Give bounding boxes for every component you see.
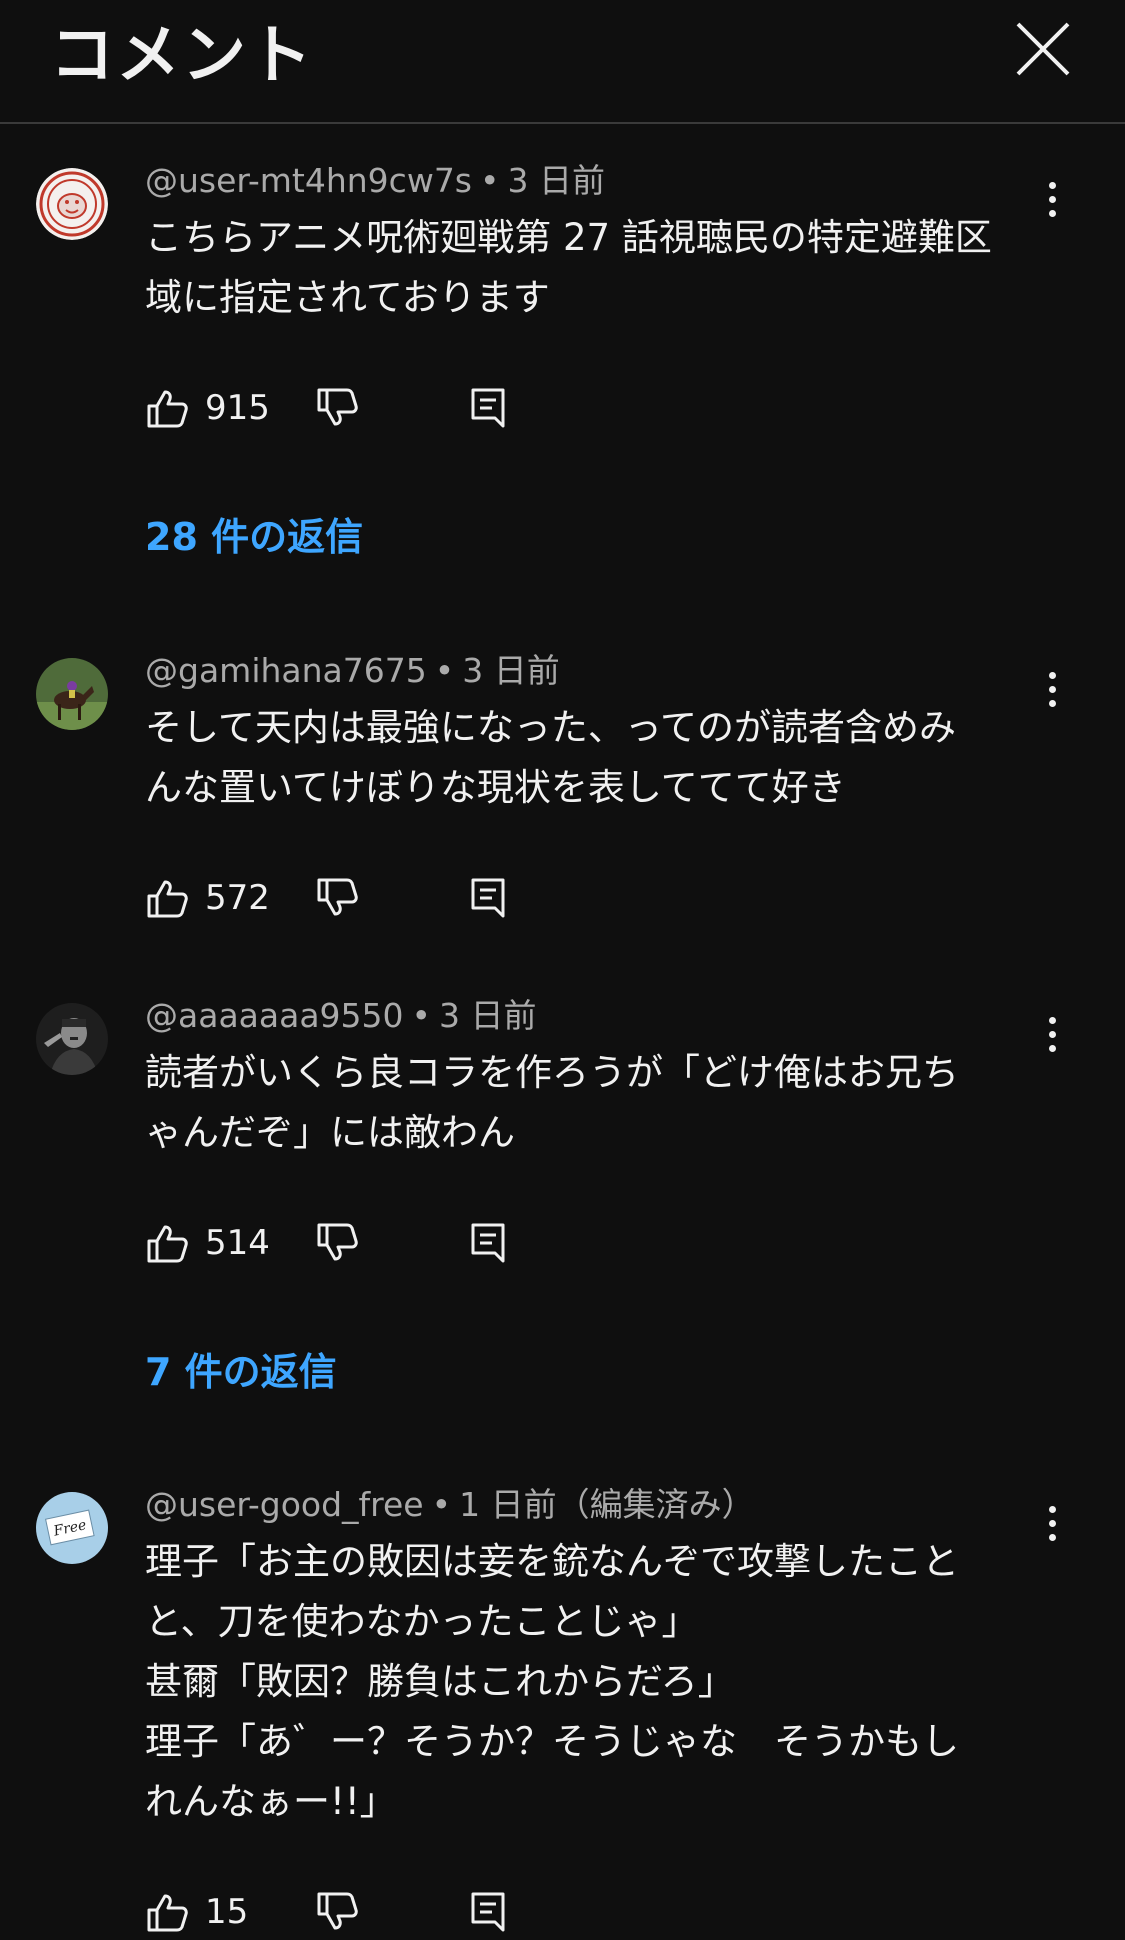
comment-text: 読者がいくら良コラを作ろうが「どけ俺はお兄ち ゃんだぞ」には敵わん: [145, 1051, 959, 1154]
thumbs-up-icon: [147, 390, 188, 428]
reply-icon: [471, 388, 505, 428]
comment-meta: @user-good_free • 1 日前（編集済み）: [145, 1485, 755, 1524]
comment-meta: @user-mt4hn9cw7s • 3 日前: [145, 161, 605, 200]
comment-meta: @aaaaaaa9550 • 3 日前: [145, 996, 537, 1035]
comments-header: コメント: [0, 0, 1125, 124]
like-button[interactable]: [145, 386, 189, 430]
comment-text: 理子「お主の敗因は妾を銃なんぞで攻撃したこと と、刀を使わなかったことじゃ」 甚…: [145, 1540, 959, 1823]
avatar[interactable]: [36, 168, 108, 240]
like-button[interactable]: [145, 1890, 189, 1934]
view-replies-link[interactable]: 7 件の返信: [145, 1341, 337, 1396]
like-count: 915: [205, 388, 270, 428]
reply-icon: [471, 878, 505, 918]
author-name[interactable]: @gamihana7675: [145, 651, 427, 690]
comment-meta: @gamihana7675 • 3 日前: [145, 651, 560, 690]
avatar[interactable]: [36, 1003, 108, 1075]
page-title: コメント: [50, 19, 314, 93]
like-button[interactable]: [145, 876, 189, 920]
reply-icon: [471, 1223, 505, 1263]
thumbs-down-icon: [317, 388, 358, 426]
reply-button[interactable]: [467, 876, 511, 920]
close-button[interactable]: [1008, 14, 1078, 84]
comment-time: 1 日前（編集済み）: [459, 1485, 755, 1524]
like-count: 514: [205, 1223, 270, 1263]
comment-time: 3 日前: [439, 996, 537, 1035]
author-name[interactable]: @user-good_free: [145, 1485, 424, 1524]
thumbs-up-icon: [147, 1225, 188, 1263]
thumbs-down-icon: [317, 1223, 358, 1261]
comment-time: 3 日前: [507, 161, 605, 200]
thumbs-down-icon: [317, 1892, 358, 1930]
close-icon: [1016, 22, 1070, 76]
avatar[interactable]: [36, 658, 108, 730]
like-count: 15: [205, 1892, 249, 1932]
comment-time: 3 日前: [462, 651, 560, 690]
reply-button[interactable]: [467, 1221, 511, 1265]
dislike-button[interactable]: [315, 386, 359, 430]
reply-button[interactable]: [467, 386, 511, 430]
comment-text: こちらアニメ呪術廻戦第 27 話視聴民の特定避難区 域に指定されております: [145, 216, 992, 319]
dislike-button[interactable]: [315, 1221, 359, 1265]
author-name[interactable]: @aaaaaaa9550: [145, 996, 404, 1035]
dislike-button[interactable]: [315, 1890, 359, 1934]
reply-icon: [471, 1892, 505, 1932]
thumbs-up-icon: [147, 880, 188, 918]
view-replies-link[interactable]: 28 件の返信: [145, 506, 363, 561]
like-count: 572: [205, 878, 270, 918]
reply-button[interactable]: [467, 1890, 511, 1934]
dislike-button[interactable]: [315, 876, 359, 920]
author-name[interactable]: @user-mt4hn9cw7s: [145, 161, 472, 200]
thumbs-up-icon: [147, 1894, 188, 1932]
comment-text: そして天内は最強になった、ってのが読者含めみ んな置いてけぼりな現状を表しててて…: [145, 706, 957, 809]
thumbs-down-icon: [317, 878, 358, 916]
avatar[interactable]: Free: [36, 1492, 108, 1564]
like-button[interactable]: [145, 1221, 189, 1265]
